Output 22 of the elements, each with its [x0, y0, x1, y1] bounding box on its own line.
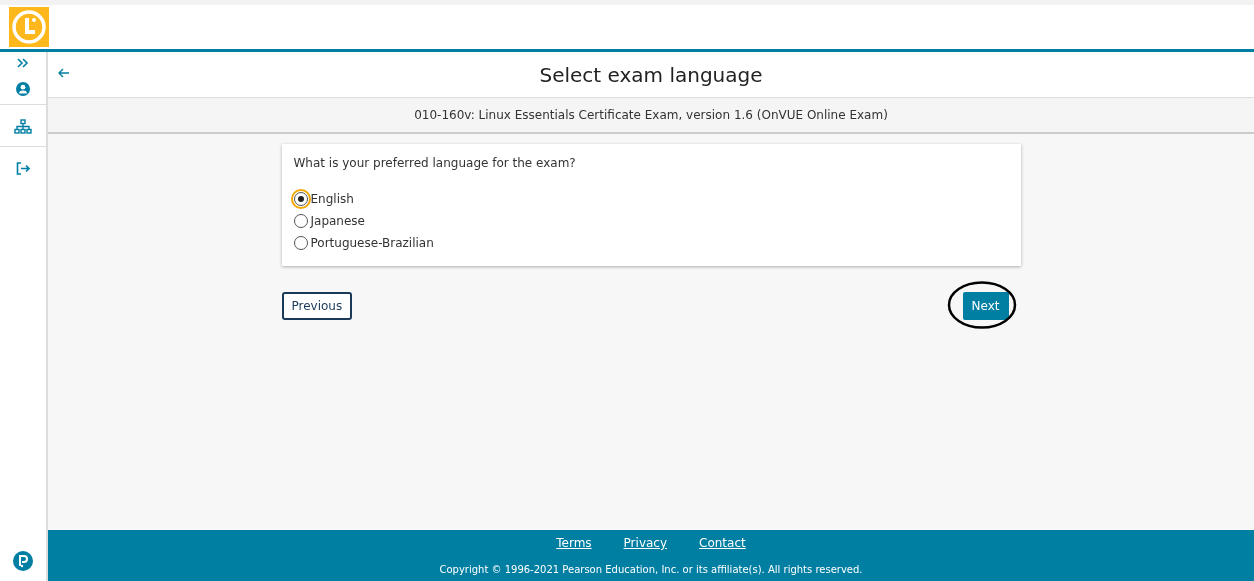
previous-button[interactable]: Previous [281, 292, 353, 320]
radio-button[interactable] [293, 236, 308, 250]
next-button[interactable]: Next [962, 292, 1009, 320]
pearson-logo-icon [13, 551, 33, 571]
footer-link[interactable]: Privacy [623, 534, 668, 552]
option-label[interactable]: English [310, 190, 354, 208]
logo-icon [9, 7, 49, 47]
question-text: What is your preferred language for the exam? [293, 155, 577, 172]
page-title: Select exam language [539, 62, 763, 87]
option-label[interactable]: Japanese [310, 212, 365, 230]
copyright-text: Copyright © 1996-2021 Pearson Education, Inc. or its affiliate(s). All rights reserved. [439, 563, 863, 577]
footer-link[interactable]: Contact [699, 534, 746, 552]
radio-button[interactable] [293, 192, 308, 206]
back-arrow-icon[interactable] [58, 68, 70, 78]
footer-link[interactable]: Terms [556, 534, 592, 552]
sitemap-icon[interactable] [14, 119, 32, 134]
user-icon[interactable] [16, 82, 30, 96]
expand-icon[interactable] [17, 58, 29, 68]
radio-button[interactable] [293, 214, 308, 228]
logout-icon[interactable] [15, 162, 31, 175]
option-label[interactable]: Portuguese-Brazilian [310, 234, 434, 252]
exam-subtitle: 010-160v: Linux Essentials Certificate Exam, version 1.6 (OnVUE Online Exam) [414, 107, 888, 124]
